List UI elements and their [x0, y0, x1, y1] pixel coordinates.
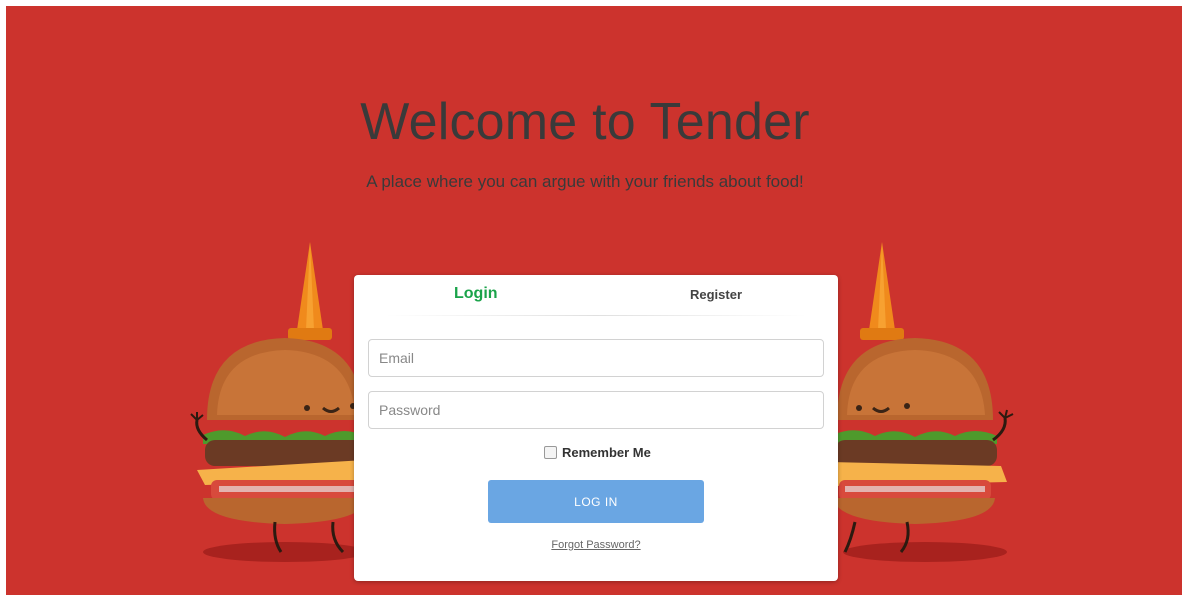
tab-login[interactable]: Login	[454, 285, 498, 303]
auth-tabs: Login Register	[354, 275, 838, 315]
tab-divider	[384, 315, 808, 316]
page-subtitle: A place where you can argue with your fr…	[366, 172, 804, 191]
email-input[interactable]	[368, 339, 824, 377]
burger-mascot-right-icon	[829, 242, 1014, 562]
page-title: Welcome to Tender	[360, 93, 810, 151]
password-input[interactable]	[368, 391, 824, 429]
remember-me-label: Remember Me	[562, 445, 651, 460]
remember-me-checkbox[interactable]	[544, 446, 557, 459]
tab-register[interactable]: Register	[690, 287, 742, 302]
login-card: Login Register Remember Me LOG IN Forgot…	[354, 275, 838, 581]
burger-mascot-left-icon	[190, 242, 370, 562]
login-button[interactable]: LOG IN	[488, 480, 704, 523]
forgot-password-link[interactable]: Forgot Password?	[354, 539, 838, 551]
remember-me-toggle[interactable]: Remember Me	[544, 445, 651, 460]
